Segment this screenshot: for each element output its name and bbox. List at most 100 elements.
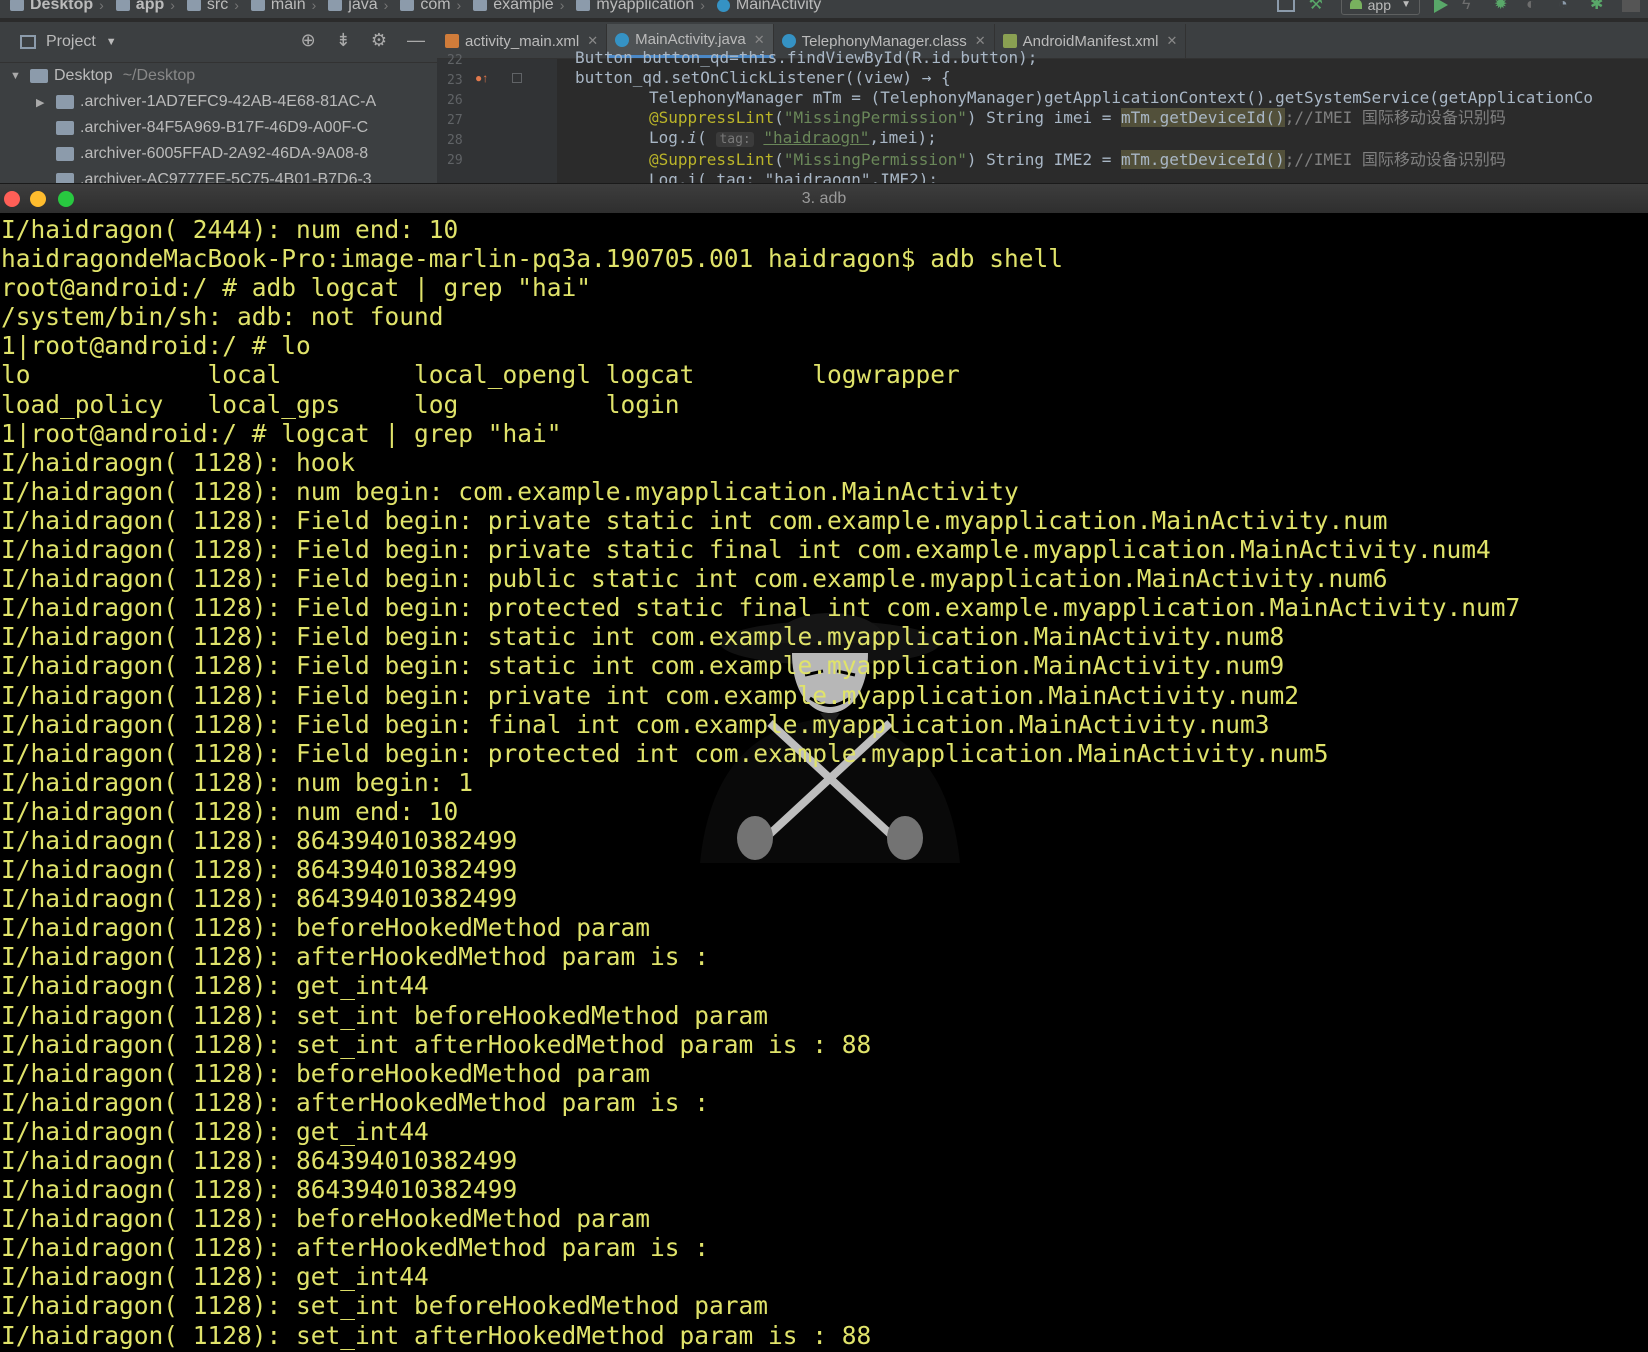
folder-icon bbox=[328, 0, 343, 11]
close-icon[interactable]: ✕ bbox=[1167, 33, 1178, 49]
terminal-line: I/haidraogn( 1128): 864394010382499 bbox=[1, 1146, 518, 1175]
gear-icon[interactable]: ⚙ bbox=[371, 30, 387, 51]
terminal-line: I/haidraogn( 1128): 864394010382499 bbox=[1, 855, 518, 885]
terminal-line: I/haidragon( 1128): Field begin: static … bbox=[1, 622, 1285, 652]
tree-item[interactable]: ▶ .archiver-1AD7EFC9-42AB-4E68-81AC-A bbox=[0, 89, 437, 115]
manifest-file-icon bbox=[1002, 34, 1017, 48]
chevron-right-icon: › bbox=[99, 0, 104, 13]
run-configuration-select[interactable]: app bbox=[1340, 0, 1420, 15]
terminal-line: I/haidragon( 2444): num end: 10 bbox=[1, 215, 459, 244]
terminal-line: I/haidragon( 1128): Field begin: final i… bbox=[1, 709, 1270, 739]
package-icon bbox=[400, 0, 415, 11]
code-line: @SuppressLint("MissingPermission") Strin… bbox=[649, 108, 1506, 127]
ide-window: Desktop › app › src › main › java › com … bbox=[0, 0, 1648, 183]
terminal-line: I/haidraogn( 1128): hook bbox=[1, 447, 356, 477]
folder-icon bbox=[186, 0, 201, 11]
chevron-right-icon: › bbox=[311, 0, 317, 13]
package-icon bbox=[473, 0, 488, 11]
breadcrumb-myapplication[interactable]: myapplication bbox=[566, 0, 694, 14]
line-numbers: 22 23 26 27 28 29 bbox=[447, 53, 463, 168]
code-editor: activity_main.xml ✕ MainActivity.java ✕ Te… bbox=[437, 22, 1648, 183]
terminal-line: I/haidraogn( 1128): get_int44 bbox=[1, 1116, 429, 1146]
tree-item[interactable]: .archiver-84F5A969-B17F-46D9-A00F-C bbox=[0, 115, 437, 141]
apply-changes-icon[interactable]: ϟ bbox=[1462, 0, 1480, 13]
terminal-line: I/haidragon( 1128): afterHookedMethod pa… bbox=[1, 1087, 710, 1117]
hide-icon[interactable]: — bbox=[407, 30, 425, 51]
close-icon[interactable]: ✕ bbox=[587, 33, 598, 49]
terminal-line: I/haidraogn( 1128): 864394010382499 bbox=[1, 825, 518, 855]
breadcrumb-desktop[interactable]: Desktop bbox=[0, 0, 93, 14]
terminal-line: I/haidragon( 1128): set_int afterHookedM… bbox=[1, 1320, 872, 1350]
breadcrumb-com[interactable]: com bbox=[390, 0, 451, 14]
folder-icon bbox=[56, 147, 74, 161]
code-line: Log.i( tag: "haidraogn",IME2); bbox=[649, 170, 938, 183]
project-panel-header: Project ▼ ⊕ ⇟ ⚙ — bbox=[0, 22, 437, 63]
terminal-line: I/haidragon( 1128): Field begin: public … bbox=[1, 564, 1388, 594]
code-line: Button button_qd=this.findViewById(R.id.… bbox=[575, 48, 1038, 67]
debug-icon[interactable]: ✹ bbox=[1494, 0, 1512, 13]
terminal-line: I/haidraogn( 1128): 864394010382499 bbox=[1, 884, 518, 914]
layout-icon[interactable] bbox=[1276, 0, 1295, 12]
code-line: button_qd.setOnClickListener((view) → { bbox=[575, 68, 951, 87]
close-icon[interactable]: ✕ bbox=[975, 33, 986, 49]
collapse-all-icon[interactable]: ⇟ bbox=[336, 30, 351, 51]
terminal-output[interactable]: I/haidragon( 2444): num end: 10 haidragon… bbox=[0, 213, 1648, 1352]
breadcrumb-mainactivity[interactable]: MainActivity bbox=[707, 0, 821, 14]
folder-icon bbox=[10, 0, 24, 11]
folder-icon bbox=[56, 121, 74, 135]
collapsed-arrow-icon[interactable]: ▶ bbox=[36, 96, 48, 109]
terminal-line: I/haidraogn( 1128): 864394010382499 bbox=[1, 1175, 518, 1205]
chevron-down-icon[interactable]: ▼ bbox=[106, 36, 117, 48]
hammer-icon[interactable]: ⚒ bbox=[1309, 0, 1327, 13]
terminal-line: I/haidragon( 1128): num begin: 1 bbox=[1, 767, 474, 797]
terminal-lines: I/haidragon( 2444): num end: 10 haidragon… bbox=[1, 215, 1520, 1350]
code-line: Log.i( tag: "haidraogn",imei); bbox=[649, 128, 937, 147]
java-class-icon bbox=[615, 32, 630, 47]
terminal-line: I/haidragon( 1128): set_int afterHookedM… bbox=[1, 1029, 872, 1059]
tree-item-root[interactable]: ▼ Desktop ~/Desktop bbox=[0, 63, 437, 89]
project-panel: Project ▼ ⊕ ⇟ ⚙ — ▼ Desktop ~/Desktop ▶ … bbox=[0, 22, 437, 183]
terminal-line: I/haidragon( 1128): beforeHookedMethod p… bbox=[1, 1204, 651, 1234]
breadcrumb-app[interactable]: app bbox=[106, 0, 164, 14]
locate-icon[interactable]: ⊕ bbox=[301, 30, 316, 51]
profiler-icon[interactable]: ◔ bbox=[1558, 0, 1576, 13]
folder-icon bbox=[56, 95, 74, 109]
tree-item[interactable]: .archiver-AC9777EE-5C75-4B01-B7D6-3 bbox=[0, 167, 437, 183]
breadcrumb-main[interactable]: main bbox=[241, 0, 306, 14]
project-view-select[interactable]: Project bbox=[46, 33, 96, 51]
code-area[interactable]: Button button_qd=this.findViewById(R.id.… bbox=[565, 48, 1593, 183]
folder-icon bbox=[56, 173, 74, 183]
breadcrumb-java[interactable]: java bbox=[318, 0, 378, 14]
terminal-line: 1|root@android:/ # logcat | grep "hai" bbox=[1, 418, 562, 448]
navigation-bar: Desktop › app › src › main › java › com … bbox=[0, 0, 1648, 19]
terminal-line: I/haidraogn( 1128): get_int44 bbox=[1, 971, 429, 1001]
close-icon[interactable]: ✕ bbox=[754, 32, 765, 48]
terminal-line: I/haidragon( 1128): beforeHookedMethod p… bbox=[1, 913, 651, 943]
terminal-line: I/haidragon( 1128): Field begin: protect… bbox=[1, 593, 1521, 623]
project-tree: ▼ Desktop ~/Desktop ▶ .archiver-1AD7EFC9… bbox=[0, 63, 437, 183]
tree-item[interactable]: .archiver-6005FFAD-2A92-46DA-9A08-8 bbox=[0, 141, 437, 167]
terminal-line: I/haidragon( 1128): Field begin: private… bbox=[1, 535, 1491, 565]
coverage-icon[interactable]: ◐ bbox=[1526, 0, 1544, 13]
terminal-line: I/haidragon( 1128): set_int beforeHooked… bbox=[1, 1291, 769, 1321]
expanded-arrow-icon[interactable]: ▼ bbox=[10, 70, 22, 82]
breadcrumb-src[interactable]: src bbox=[177, 0, 228, 14]
editor-gutter: 22 23 26 27 28 29 ●↑ bbox=[437, 53, 557, 183]
run-icon[interactable] bbox=[1434, 0, 1448, 13]
stop-icon[interactable] bbox=[1622, 0, 1640, 12]
override-marker-icon[interactable]: ●↑ bbox=[475, 71, 488, 85]
terminal-line: I/haidragon( 1128): Field begin: static … bbox=[1, 651, 1285, 681]
terminal-line: I/haidragon( 1128): set_int beforeHooked… bbox=[1, 1000, 769, 1030]
terminal-line: I/haidragon( 1128): afterHookedMethod pa… bbox=[1, 1233, 710, 1263]
terminal-line: I/haidragon( 1128): afterHookedMethod pa… bbox=[1, 942, 710, 972]
package-icon bbox=[576, 0, 591, 11]
project-icon bbox=[20, 35, 36, 49]
terminal-line: I/haidragon( 1128): Field begin: protect… bbox=[1, 738, 1329, 768]
fold-icon[interactable] bbox=[512, 73, 522, 83]
breadcrumb-example[interactable]: example bbox=[463, 0, 554, 14]
terminal-line: haidragondeMacBook-Pro:image-marlin-pq3a… bbox=[1, 244, 1064, 274]
class-icon bbox=[716, 0, 730, 12]
attach-debugger-icon[interactable]: ✱ bbox=[1590, 0, 1608, 13]
module-icon bbox=[115, 0, 130, 11]
terminal-line: 1|root@android:/ # lo bbox=[1, 331, 311, 361]
